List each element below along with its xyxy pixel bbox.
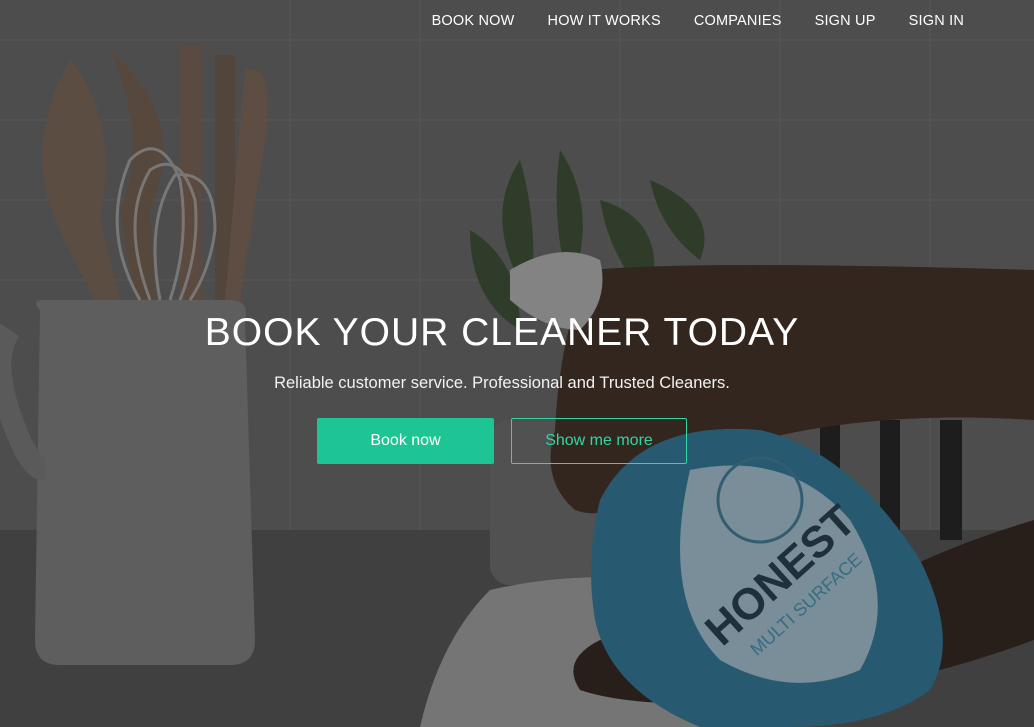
nav-how-it-works[interactable]: HOW IT WORKS [548,10,661,32]
nav-sign-in[interactable]: SIGN IN [909,10,964,32]
nav-sign-up[interactable]: SIGN UP [815,10,876,32]
book-now-button[interactable]: Book now [317,418,494,464]
nav-book-now[interactable]: BOOK NOW [432,10,515,32]
hero-headline: BOOK YOUR CLEANER TODAY [204,311,800,354]
background-dim-overlay [0,0,1034,727]
hero-section: HONEST MULTI SURFACE BOOK NOW HOW IT WOR… [0,0,1034,727]
top-nav: BOOK NOW HOW IT WORKS COMPANIES SIGN UP … [432,10,964,32]
hero-subheadline: Reliable customer service. Professional … [274,374,730,392]
show-me-more-button[interactable]: Show me more [511,418,687,464]
nav-companies[interactable]: COMPANIES [694,10,782,32]
